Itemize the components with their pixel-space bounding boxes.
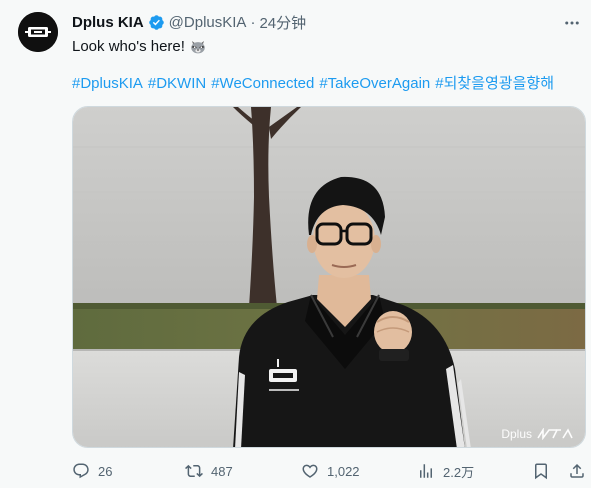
verified-badge-icon: [148, 14, 165, 31]
heart-icon: [302, 464, 318, 478]
timestamp[interactable]: 24分钟: [259, 12, 306, 33]
kia-logo-icon: [537, 428, 573, 440]
share-button[interactable]: [568, 460, 586, 482]
author-name[interactable]: Dplus KIA: [72, 14, 144, 31]
tweet-card[interactable]: Dplus KIA @DplusKIA · 24分钟 Look who's he…: [0, 0, 591, 488]
hashtag-link[interactable]: #DplusKIA: [72, 74, 143, 94]
watermark-text: Dplus: [501, 427, 532, 441]
hashtag-link[interactable]: #WeConnected: [211, 74, 314, 94]
views-button[interactable]: 2.2万: [417, 460, 474, 482]
raccoon-icon: [189, 38, 207, 56]
separator-dot: ·: [250, 13, 256, 31]
tweet-text: Look who's here!: [72, 37, 207, 57]
more-dots-icon: [565, 21, 579, 25]
repost-button[interactable]: 487: [185, 460, 233, 482]
media-watermark: Dplus: [501, 427, 573, 441]
tweet-text-content: Look who's here!: [72, 38, 185, 55]
reply-icon: [73, 463, 89, 479]
dplus-kia-logo-icon: [18, 12, 58, 52]
tweet-header: Dplus KIA @DplusKIA · 24分钟: [72, 12, 306, 32]
bookmark-button[interactable]: [532, 460, 550, 482]
hashtag-link[interactable]: #되찾을영광을향해: [435, 74, 554, 94]
share-icon: [570, 463, 584, 478]
avatar[interactable]: [18, 12, 58, 52]
bookmark-icon: [535, 463, 547, 480]
more-options-button[interactable]: [562, 13, 582, 33]
hashtag-link[interactable]: #DKWIN: [148, 74, 206, 94]
tweet-actions: 26 487 1,022 2.2万: [72, 460, 586, 482]
reply-count: 26: [98, 463, 113, 479]
player-photo: [73, 107, 585, 447]
hashtag-link[interactable]: #TakeOverAgain: [319, 74, 430, 94]
hashtag-list: #DplusKIA #DKWIN #WeConnected #TakeOverA…: [72, 74, 554, 94]
like-count: 1,022: [327, 463, 360, 479]
author-handle[interactable]: @DplusKIA: [169, 14, 247, 31]
like-button[interactable]: 1,022: [301, 460, 360, 482]
tweet-photo[interactable]: Dplus: [72, 106, 586, 448]
repost-count: 487: [211, 463, 233, 479]
views-count: 2.2万: [443, 464, 475, 480]
reply-button[interactable]: 26: [72, 460, 112, 482]
views-chart-icon: [420, 464, 432, 478]
repost-icon: [185, 464, 203, 478]
